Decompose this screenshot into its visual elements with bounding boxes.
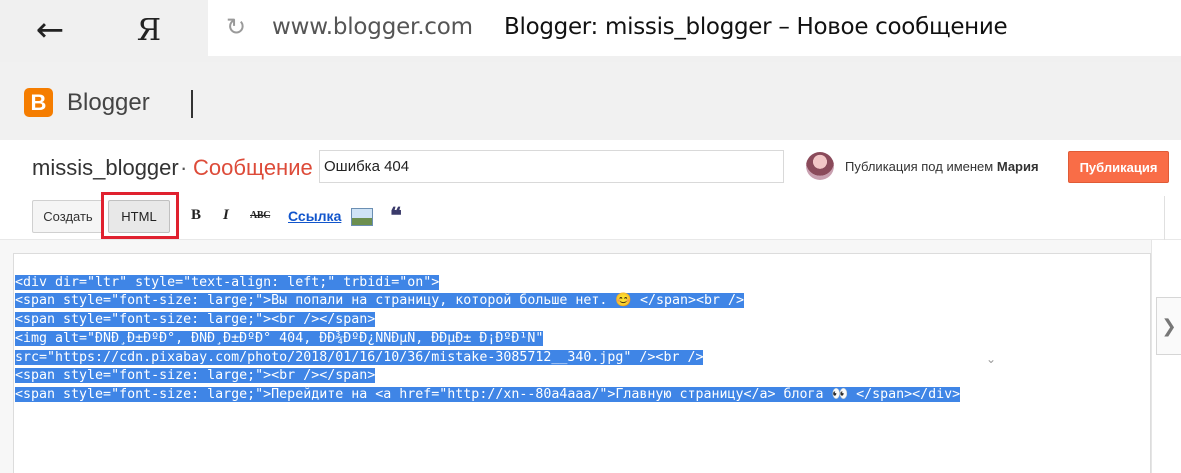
section-label: Сообщение xyxy=(193,155,313,180)
html-code[interactable]: <div dir="ltr" style="text-align: left;"… xyxy=(15,255,961,405)
italic-icon[interactable]: I xyxy=(223,207,229,224)
link-button[interactable]: Ссылка xyxy=(288,208,341,224)
code-line: <span style="font-size: large;"><br /></… xyxy=(15,312,376,328)
back-arrow-icon[interactable]: ← xyxy=(28,10,72,50)
breadcrumb-separator: · xyxy=(180,155,188,180)
toolbar-divider xyxy=(1164,196,1165,240)
insert-image-icon[interactable] xyxy=(351,208,373,226)
bold-icon[interactable]: B xyxy=(191,207,201,224)
avatar[interactable] xyxy=(806,152,834,180)
page-title: Blogger: missis_blogger – Новое сообщени… xyxy=(504,14,1008,40)
settings-panel xyxy=(1151,240,1181,473)
blogger-logo-icon[interactable]: B xyxy=(24,88,53,117)
code-line: <span style="font-size: large;">Перейдит… xyxy=(15,386,961,402)
address-bar[interactable]: ↻ www.blogger.com Blogger: missis_blogge… xyxy=(208,0,1181,56)
post-title-input[interactable] xyxy=(319,150,784,183)
html-button-highlight xyxy=(101,192,179,239)
url-text[interactable]: www.blogger.com xyxy=(272,14,473,40)
code-line: <span style="font-size: large;">Вы попал… xyxy=(15,293,745,309)
published-as-prefix: Публикация под именем xyxy=(845,159,994,174)
compose-mode-button[interactable]: Создать xyxy=(32,200,104,233)
published-as-text: Публикация под именем Мария xyxy=(845,159,1039,174)
blog-name[interactable]: missis_blogger xyxy=(32,155,179,181)
blogger-logo-text[interactable]: Blogger xyxy=(67,89,150,117)
chevron-right-icon[interactable]: ❯ xyxy=(1156,297,1181,355)
strikethrough-icon[interactable]: ABC xyxy=(250,210,271,221)
author-name: Мария xyxy=(996,159,1039,174)
chevron-down-icon[interactable]: ⌄ xyxy=(986,352,996,366)
quote-icon[interactable]: ❝ xyxy=(390,203,402,229)
code-line: <img alt="ÐÑÐ¸Ð±ÐºÐ°, ÐÑÐ¸Ð±ÐºÐ° 404, ÐÐ… xyxy=(15,330,544,346)
reload-icon[interactable]: ↻ xyxy=(222,13,250,41)
post-title-row: missis_blogger · Сообщение Публикация по… xyxy=(0,140,1181,196)
header-divider xyxy=(191,90,193,118)
editor-area: <div dir="ltr" style="text-align: left;"… xyxy=(0,240,1181,473)
blogger-header: B Blogger xyxy=(0,62,1181,140)
code-line: <div dir="ltr" style="text-align: left;"… xyxy=(15,274,440,290)
editor-toolbar: Создать HTML B I ABC Ссылка ❝ xyxy=(0,192,1181,240)
browser-toolbar: ← Я ↻ www.blogger.com Blogger: missis_bl… xyxy=(0,0,1181,62)
html-editor-textarea[interactable]: <div dir="ltr" style="text-align: left;"… xyxy=(13,253,1151,473)
yandex-logo-icon[interactable]: Я xyxy=(124,8,174,52)
publish-button[interactable]: Публикация xyxy=(1068,151,1169,183)
code-line: <span style="font-size: large;"><br /></… xyxy=(15,368,376,384)
code-line: src="https://cdn.pixabay.com/photo/2018/… xyxy=(15,349,704,365)
